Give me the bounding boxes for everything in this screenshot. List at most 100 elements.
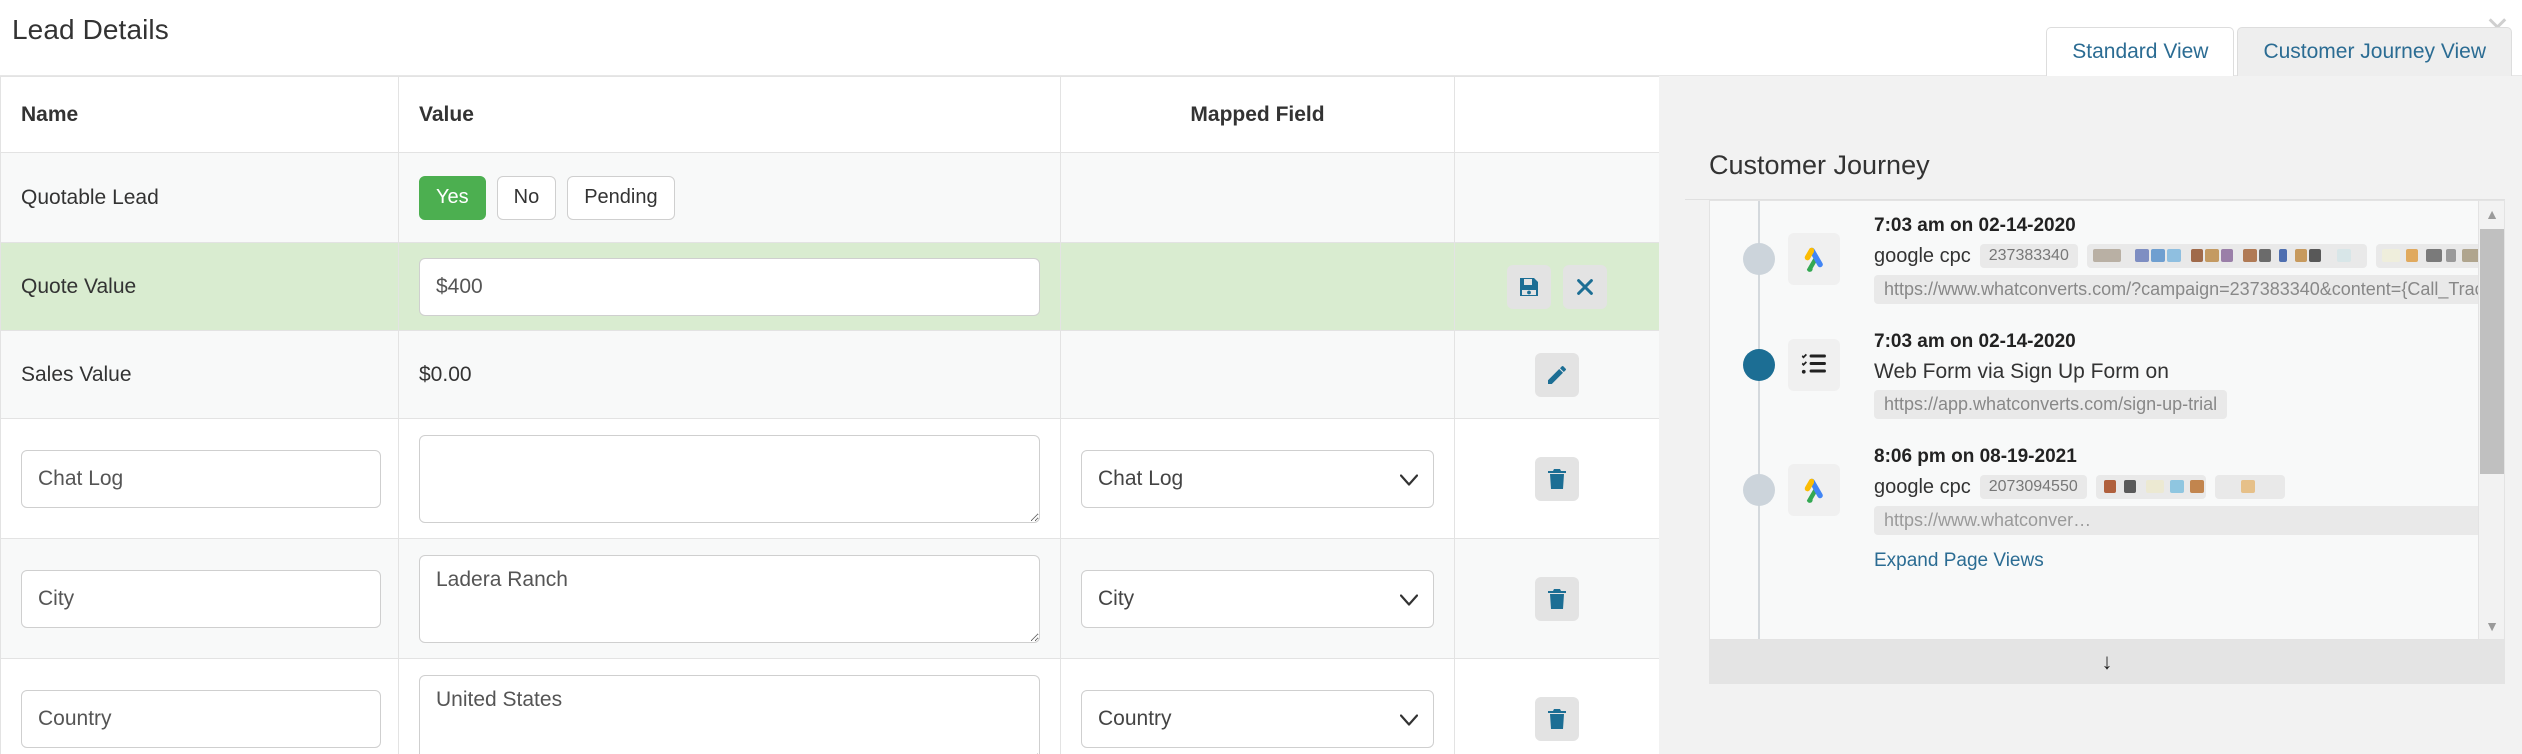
table-header: Name Value Mapped Field <box>0 76 1660 153</box>
quotable-pending-button[interactable]: Pending <box>567 175 675 220</box>
quote-value-actions-cell <box>1454 242 1660 331</box>
page-title: Lead Details <box>12 14 169 45</box>
quotable-lead-mapped-cell <box>1060 152 1455 243</box>
table-row: City <box>0 538 1660 659</box>
journey-entry-body: 7:03 am on 02-14-2020 Web Form via Sign … <box>1814 331 2504 424</box>
quotable-lead-cell: Yes No Pending <box>398 152 1061 243</box>
custom-field-actions-cell <box>1454 418 1660 539</box>
redacted-content-chip-2 <box>2214 475 2285 499</box>
lead-details-table: Name Value Mapped Field Quotable Lead Ye… <box>0 76 1660 754</box>
journey-source: google cpc <box>1874 244 1971 267</box>
table-body: Quotable Lead Yes No Pending Quote Value <box>0 152 1660 754</box>
journey-url: https://app.whatconverts.com/sign-up-tri… <box>1874 390 2228 419</box>
column-header-value: Value <box>398 76 1061 153</box>
table-row: Chat Log <box>0 418 1660 539</box>
trash-icon[interactable] <box>1535 696 1579 741</box>
quotable-lead-toggle-group: Yes No Pending <box>419 175 675 220</box>
lead-details-table-area: Name Value Mapped Field Quotable Lead Ye… <box>0 76 1660 754</box>
custom-field-name-input[interactable] <box>21 569 381 628</box>
journey-timestamp: 7:03 am on 02-14-2020 <box>1874 215 2076 236</box>
journey-card: Customer Journey 7:03 am on 02-14-2020 g… <box>1685 138 2505 728</box>
column-header-mapped-field: Mapped Field <box>1060 76 1455 153</box>
journey-campaign-id-chip: 2073094550 <box>1979 475 2087 499</box>
form-list-icon <box>1788 339 1840 391</box>
journey-url: https://www.whatconverts.com/?campaign=2… <box>1874 275 2504 304</box>
column-header-name: Name <box>0 76 399 153</box>
tab-customer-journey-view[interactable]: Customer Journey View <box>2237 27 2512 76</box>
mapped-field-select[interactable]: City <box>1081 569 1434 628</box>
journey-campaign-id-chip: 237383340 <box>1979 244 2078 268</box>
main-content: Name Value Mapped Field Quotable Lead Ye… <box>0 27 2522 754</box>
sales-value-mapped-cell <box>1060 330 1455 419</box>
list-item: 7:03 am on 02-14-2020 Web Form via Sign … <box>1710 317 2504 432</box>
custom-field-name-cell <box>0 538 399 659</box>
timeline-dot-active <box>1743 349 1775 381</box>
journey-timestamp: 7:03 am on 02-14-2020 <box>1874 331 2076 352</box>
quote-value-mapped-cell <box>1060 242 1455 331</box>
custom-field-actions-cell <box>1454 538 1660 659</box>
quotable-no-button[interactable]: No <box>496 175 557 220</box>
expand-page-views-link[interactable]: Expand Page Views <box>1874 550 2044 572</box>
table-row: Country <box>0 658 1660 754</box>
google-ads-icon <box>1788 233 1840 285</box>
custom-field-name-cell <box>0 418 399 539</box>
scroll-down-button[interactable]: ↓ <box>1709 640 2505 684</box>
tab-standard-view[interactable]: Standard View <box>2046 27 2235 76</box>
view-tabs: Standard View Customer Journey View <box>1659 14 2522 76</box>
table-row-sales-value: Sales Value $0.00 <box>0 330 1660 419</box>
trash-icon[interactable] <box>1535 456 1579 501</box>
quotable-yes-button[interactable]: Yes <box>419 175 486 220</box>
custom-field-mapped-cell: Chat Log <box>1060 418 1455 539</box>
custom-field-mapped-cell: City <box>1060 538 1455 659</box>
sales-value-actions-cell <box>1454 330 1660 419</box>
list-item: 8:06 pm on 08-19-2021 google cpc 2073094… <box>1710 432 2504 580</box>
customer-journey-panel: Standard View Customer Journey View Cust… <box>1659 27 2522 754</box>
quote-value-input[interactable] <box>419 257 1040 316</box>
custom-field-value-cell <box>398 418 1061 539</box>
custom-field-value-textarea[interactable] <box>419 434 1040 523</box>
journey-source-line: google cpc 2073094550 <box>1874 475 2504 499</box>
redacted-content-chip <box>2095 475 2206 499</box>
custom-field-name-input[interactable] <box>21 689 381 748</box>
journey-entry-body: 7:03 am on 02-14-2020 google cpc 2373833… <box>1814 215 2504 309</box>
row-label-quotable-lead: Quotable Lead <box>0 152 399 243</box>
custom-field-value-textarea[interactable] <box>419 674 1040 754</box>
table-row-quotable-lead: Quotable Lead Yes No Pending <box>0 152 1660 243</box>
custom-field-name-input[interactable] <box>21 449 381 508</box>
sales-value-cell: $0.00 <box>398 330 1061 419</box>
journey-url: https://www.whatconver… <box>1874 506 2504 535</box>
custom-field-actions-cell <box>1454 658 1660 754</box>
row-label-sales-value: Sales Value <box>0 330 399 419</box>
journey-title: Customer Journey <box>1685 138 2505 200</box>
journey-source-line: google cpc 237383340 <box>1874 244 2504 268</box>
scroll-up-icon[interactable]: ▲ <box>2479 201 2504 227</box>
scrollbar-thumb[interactable] <box>2480 229 2504 474</box>
journey-source: google cpc <box>1874 475 1971 498</box>
pencil-icon[interactable] <box>1535 352 1579 397</box>
custom-field-mapped-cell: Country <box>1060 658 1455 754</box>
column-header-actions <box>1454 76 1660 153</box>
journey-source: Web Form via Sign Up Form on <box>1874 360 2169 383</box>
custom-field-value-cell <box>398 658 1061 754</box>
scroll-down-icon[interactable]: ▼ <box>2479 613 2504 639</box>
close-icon[interactable] <box>1563 264 1608 309</box>
redacted-content-chip <box>2086 244 2367 268</box>
journey-timestamp: 8:06 pm on 08-19-2021 <box>1874 446 2077 467</box>
journey-entry-body: 8:06 pm on 08-19-2021 google cpc 2073094… <box>1814 446 2504 572</box>
list-item: 7:03 am on 02-14-2020 google cpc 2373833… <box>1710 201 2504 317</box>
journey-scroll-region[interactable]: 7:03 am on 02-14-2020 google cpc 2373833… <box>1709 200 2505 640</box>
journey-scrollbar[interactable]: ▲ ▼ <box>2478 201 2504 639</box>
custom-field-value-textarea[interactable] <box>419 554 1040 643</box>
custom-field-name-cell <box>0 658 399 754</box>
quote-value-cell <box>398 242 1061 331</box>
timeline-dot <box>1743 474 1775 506</box>
custom-field-value-cell <box>398 538 1061 659</box>
mapped-field-select[interactable]: Country <box>1081 689 1434 748</box>
timeline-dot <box>1743 243 1775 275</box>
save-icon[interactable] <box>1506 264 1551 309</box>
google-ads-icon <box>1788 464 1840 516</box>
mapped-field-select[interactable]: Chat Log <box>1081 449 1434 508</box>
quotable-lead-actions-cell <box>1454 152 1660 243</box>
trash-icon[interactable] <box>1535 576 1579 621</box>
table-row-quote-value: Quote Value <box>0 242 1660 331</box>
